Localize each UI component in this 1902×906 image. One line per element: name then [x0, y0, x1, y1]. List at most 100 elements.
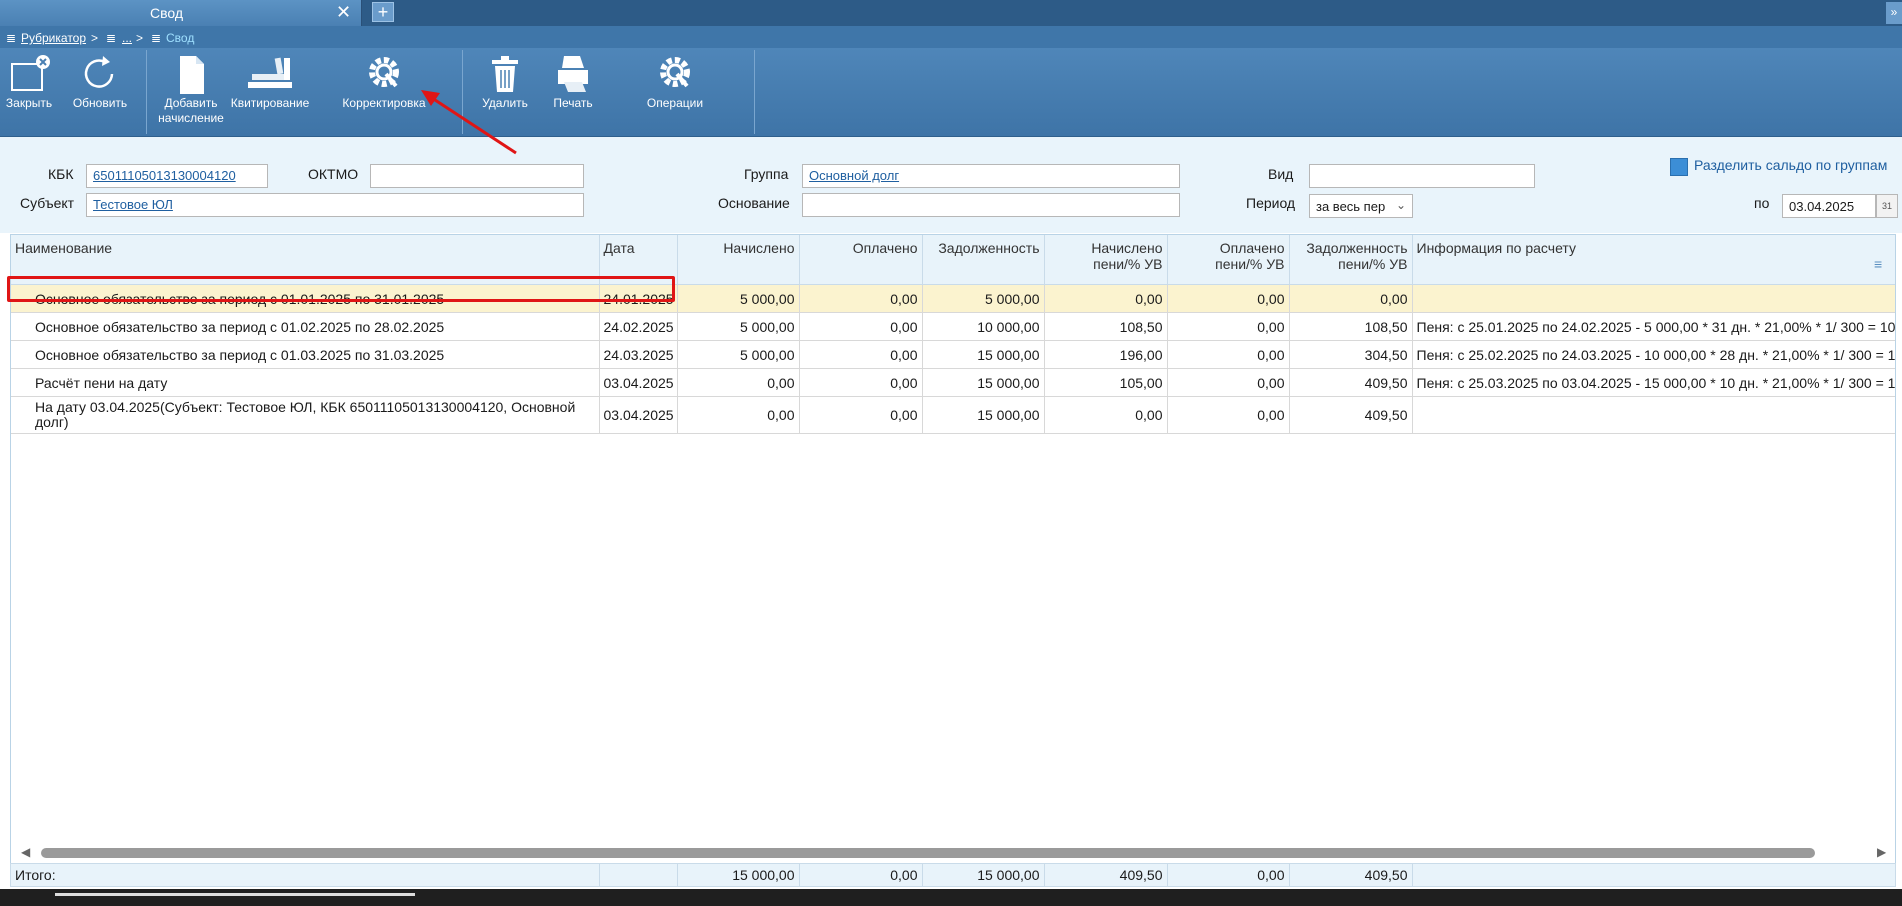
- period-select[interactable]: за весь пер ⌄: [1309, 194, 1413, 218]
- toolbar-separator: [146, 50, 147, 134]
- close-button[interactable]: Закрыть: [0, 48, 58, 136]
- books-icon: [248, 57, 292, 88]
- totals-row: Итого: 15 000,00 0,00 15 000,00 409,50 0…: [10, 863, 1896, 887]
- subject-link[interactable]: Тестовое ЮЛ: [93, 197, 173, 212]
- totals-date: [599, 864, 678, 886]
- operations-button[interactable]: Операции: [630, 48, 720, 136]
- period-value: за весь пер: [1316, 199, 1386, 214]
- col-header-penalty-debt[interactable]: Задолженность пени/% УВ: [1289, 235, 1413, 285]
- refresh-button[interactable]: Обновить: [66, 48, 134, 136]
- col-header-debt[interactable]: Задолженность: [922, 235, 1045, 285]
- cell-penalty-debt: 108,50: [1289, 312, 1413, 341]
- reconcile-button[interactable]: Квитирование: [226, 48, 314, 136]
- highlight-box: [7, 276, 675, 302]
- cell-paid: 0,00: [799, 312, 923, 341]
- cell-name: На дату 03.04.2025(Субъект: Тестовое ЮЛ,…: [11, 396, 600, 434]
- print-label: Печать: [553, 96, 593, 110]
- cell-accrued: 5 000,00: [677, 340, 800, 369]
- cell-penalty-accrued: 0,00: [1044, 284, 1168, 313]
- col-header-info[interactable]: Информация по расчету: [1412, 235, 1895, 285]
- gear-wrench-icon: [369, 57, 399, 88]
- document-icon: [180, 56, 204, 94]
- table-row[interactable]: Расчёт пени на дату 03.04.2025 0,00 0,00…: [11, 368, 1895, 397]
- cell-penalty-debt: 409,50: [1289, 396, 1413, 434]
- cell-accrued: 0,00: [677, 368, 800, 397]
- cell-info: Пеня: с 25.03.2025 по 03.04.2025 - 15 00…: [1412, 368, 1895, 397]
- scrollbar-thumb[interactable]: [41, 848, 1815, 858]
- kind-field[interactable]: [1309, 164, 1535, 188]
- split-balance-checkbox[interactable]: [1670, 158, 1688, 176]
- toolbar: Закрыть Обновить Добавить начисление Квит…: [0, 48, 1902, 137]
- cell-date: 24.03.2025: [599, 340, 678, 369]
- add-accrual-label: Добавить начисление: [156, 96, 226, 126]
- col-header-penalty-paid[interactable]: Оплачено пени/% УВ: [1167, 235, 1290, 285]
- scroll-left-icon[interactable]: ◀: [21, 845, 30, 859]
- print-button[interactable]: Печать: [540, 48, 606, 136]
- cell-penalty-paid: 0,00: [1167, 368, 1290, 397]
- table-row[interactable]: На дату 03.04.2025(Субъект: Тестовое ЮЛ,…: [11, 396, 1895, 434]
- group-link[interactable]: Основной долг: [809, 168, 899, 183]
- correction-button[interactable]: Корректировка: [334, 48, 434, 136]
- summary-grid: Наименование Дата Начислено Оплачено Зад…: [10, 234, 1896, 864]
- cell-date: 24.02.2025: [599, 312, 678, 341]
- toolbar-separator: [462, 50, 463, 134]
- oktmo-field[interactable]: [370, 164, 584, 188]
- breadcrumb-root-link[interactable]: Рубрикатор: [21, 31, 86, 45]
- col-header-accrued[interactable]: Начислено: [677, 235, 800, 285]
- taskbar: [0, 889, 1902, 906]
- cell-penalty-accrued: 105,00: [1044, 368, 1168, 397]
- close-tab-icon[interactable]: ✕: [336, 2, 351, 23]
- col-header-penalty-paid-line1: Оплачено: [1219, 240, 1285, 256]
- group-field[interactable]: Основной долг: [802, 164, 1180, 188]
- scroll-right-icon[interactable]: ▶: [1877, 845, 1886, 859]
- add-accrual-button[interactable]: Добавить начисление: [156, 48, 226, 136]
- cell-debt: 15 000,00: [922, 340, 1045, 369]
- toolbar-separator: [754, 50, 755, 134]
- basis-field[interactable]: [802, 193, 1180, 217]
- title-bar: Свод ✕ + »: [0, 0, 1902, 26]
- cell-paid: 0,00: [799, 396, 923, 434]
- col-header-penalty-accrued-line2: пени/% УВ: [1093, 256, 1163, 272]
- table-row[interactable]: Основное обязательство за период с 01.03…: [11, 340, 1895, 369]
- operations-label: Операции: [646, 96, 704, 110]
- cell-penalty-paid: 0,00: [1167, 396, 1290, 434]
- add-accrual-label-line1: Добавить: [164, 96, 218, 110]
- cell-debt: 5 000,00: [922, 284, 1045, 313]
- kbk-field[interactable]: 65011105013130004120: [86, 164, 268, 188]
- cell-penalty-debt: 0,00: [1289, 284, 1413, 313]
- kbk-label: КБК: [48, 166, 74, 182]
- cell-debt: 10 000,00: [922, 312, 1045, 341]
- cell-accrued: 5 000,00: [677, 312, 800, 341]
- new-tab-button[interactable]: +: [372, 2, 394, 22]
- window-menu-icon[interactable]: »: [1886, 2, 1902, 24]
- cell-name: Основное обязательство за период с 01.03…: [11, 340, 600, 369]
- kbk-link[interactable]: 65011105013130004120: [93, 168, 236, 183]
- cell-penalty-paid: 0,00: [1167, 312, 1290, 341]
- group-label: Группа: [744, 166, 789, 182]
- table-row[interactable]: Основное обязательство за период с 01.02…: [11, 312, 1895, 341]
- split-balance-label[interactable]: Разделить сальдо по группам: [1694, 157, 1887, 173]
- correction-label: Корректировка: [342, 96, 426, 110]
- tab-svod[interactable]: Свод ✕: [0, 0, 362, 26]
- add-accrual-label-line2: начисление: [158, 111, 224, 125]
- col-header-penalty-accrued[interactable]: Начислено пени/% УВ: [1044, 235, 1168, 285]
- breadcrumb-separator: >: [136, 31, 144, 45]
- subject-field[interactable]: Тестовое ЮЛ: [86, 193, 584, 217]
- col-header-penalty-accrued-line1: Начислено: [1091, 240, 1163, 256]
- col-header-paid[interactable]: Оплачено: [799, 235, 923, 285]
- cell-penalty-accrued: 196,00: [1044, 340, 1168, 369]
- taskbar-indicator: [55, 893, 415, 896]
- cell-info: Пеня: с 25.02.2025 по 24.03.2025 - 10 00…: [1412, 340, 1895, 369]
- col-header-penalty-debt-line1: Задолженность: [1306, 240, 1408, 256]
- close-label: Закрыть: [5, 96, 53, 110]
- calendar-icon[interactable]: 31: [1876, 194, 1898, 218]
- horizontal-scrollbar[interactable]: ◀ ▶: [11, 844, 1895, 862]
- breadcrumb-middle-link[interactable]: ...: [122, 31, 132, 45]
- oktmo-label: ОКТМО: [308, 166, 359, 182]
- totals-paid: 0,00: [799, 864, 923, 886]
- column-menu-icon[interactable]: ≡: [1874, 256, 1882, 272]
- delete-button[interactable]: Удалить: [472, 48, 538, 136]
- cell-date: 03.04.2025: [599, 368, 678, 397]
- subject-label: Субъект: [20, 195, 75, 211]
- date-to-field[interactable]: 03.04.2025: [1782, 194, 1876, 218]
